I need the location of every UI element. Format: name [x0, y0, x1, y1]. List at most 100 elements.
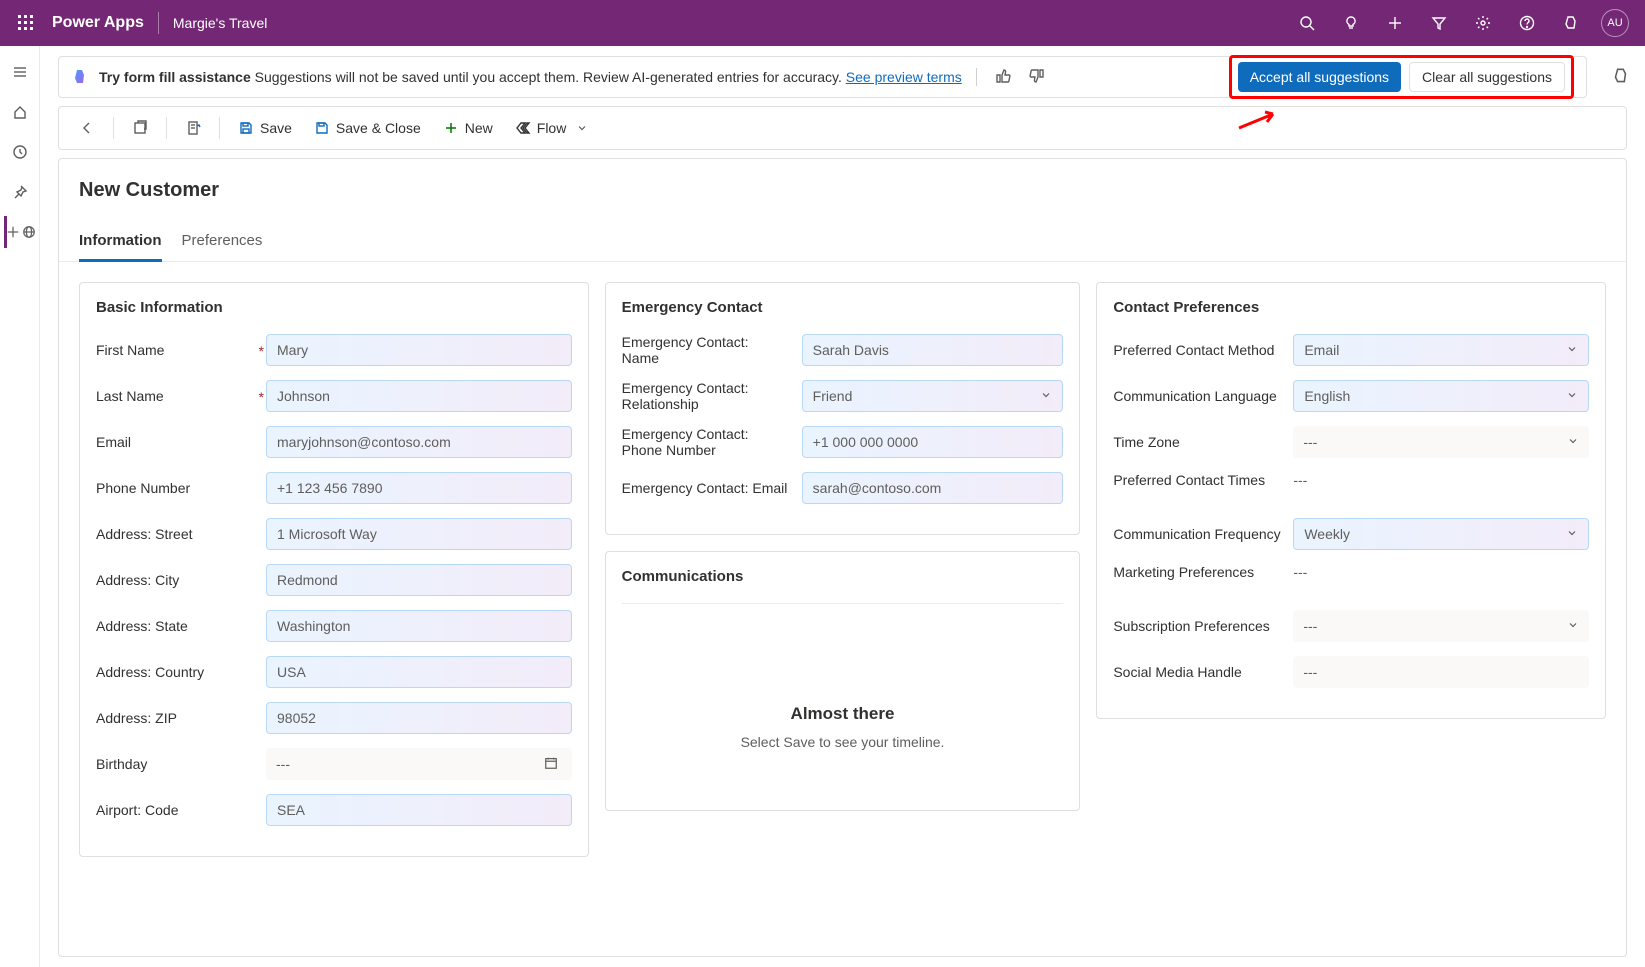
field-ec-phone: Emergency Contact: Phone Number +1 000 0…: [622, 426, 1064, 458]
field-label: Emergency Contact: Relationship: [622, 380, 802, 412]
field-input[interactable]: ---: [1293, 610, 1589, 642]
page-title: New Customer: [59, 179, 1626, 226]
field-label: Social Media Handle: [1113, 664, 1293, 680]
user-avatar[interactable]: AU: [1595, 3, 1635, 43]
header-actions: AU: [1287, 3, 1635, 43]
app-name: Power Apps: [52, 14, 144, 32]
save-close-button[interactable]: Save & Close: [306, 112, 429, 144]
chevron-down-icon: [1566, 526, 1578, 542]
tab-preferences[interactable]: Preferences: [182, 226, 263, 261]
field-language: Communication Language English: [1113, 380, 1589, 412]
field-input[interactable]: Johnson: [266, 380, 572, 412]
copilot-icon[interactable]: [1551, 3, 1591, 43]
field-input[interactable]: Washington: [266, 610, 572, 642]
field-label: Address: Country: [96, 664, 266, 680]
field-label: Address: State: [96, 618, 266, 634]
field-input[interactable]: 98052: [266, 702, 572, 734]
field-input[interactable]: SEA: [266, 794, 572, 826]
field-label: Email: [96, 434, 266, 450]
chevron-down-icon: [1567, 618, 1579, 634]
calendar-icon[interactable]: [544, 756, 562, 773]
tab-bar: Information Preferences: [59, 226, 1626, 262]
field-input[interactable]: +1 123 456 7890: [266, 472, 572, 504]
field-input[interactable]: 1 Microsoft Way: [266, 518, 572, 550]
preview-terms-link[interactable]: See preview terms: [846, 69, 962, 85]
field-label: Phone Number: [96, 480, 266, 496]
plus-icon[interactable]: [1375, 3, 1415, 43]
field-input[interactable]: sarah@contoso.com: [802, 472, 1064, 504]
field-input[interactable]: Email: [1293, 334, 1589, 366]
field-input[interactable]: ---: [1293, 426, 1589, 458]
chevron-down-icon: [1566, 342, 1578, 358]
chevron-down-icon: [1566, 388, 1578, 404]
field-label: Emergency Contact: Email: [622, 480, 802, 496]
section-preferences: Contact Preferences Preferred Contact Me…: [1096, 282, 1606, 719]
environment-name[interactable]: Margie's Travel: [173, 15, 267, 31]
pin-icon[interactable]: [4, 176, 36, 208]
open-in-new-button[interactable]: [124, 112, 156, 144]
recent-icon[interactable]: [4, 136, 36, 168]
field-label: First Name: [96, 342, 266, 358]
thumbs-down-icon[interactable]: [1025, 66, 1049, 89]
clear-all-button[interactable]: Clear all suggestions: [1409, 62, 1565, 92]
hamburger-icon[interactable]: [4, 56, 36, 88]
home-icon[interactable]: [4, 96, 36, 128]
field-label: Communication Language: [1113, 388, 1293, 404]
flow-button[interactable]: Flow: [507, 112, 597, 144]
field-label: Communication Frequency: [1113, 526, 1293, 542]
section-basic-info: Basic Information First Name Mary Last N…: [79, 282, 589, 857]
field-input[interactable]: +1 000 000 0000: [802, 426, 1064, 458]
field-label: Time Zone: [1113, 434, 1293, 450]
field-input[interactable]: USA: [266, 656, 572, 688]
copilot-hint-icon: [71, 68, 89, 86]
waffle-icon[interactable]: [10, 7, 42, 39]
divider: [113, 117, 114, 139]
lightbulb-icon[interactable]: [1331, 3, 1371, 43]
field-input[interactable]: ---: [266, 748, 572, 780]
field-ec-relationship: Emergency Contact: Relationship Friend: [622, 380, 1064, 412]
field-marketing: Marketing Preferences ---: [1113, 564, 1589, 596]
annotation-arrow: [1237, 110, 1277, 130]
tab-information[interactable]: Information: [79, 226, 162, 261]
field-input[interactable]: maryjohnson@contoso.com: [266, 426, 572, 458]
sidebar-active-entity[interactable]: [4, 216, 36, 248]
field-input[interactable]: Redmond: [266, 564, 572, 596]
new-button[interactable]: New: [435, 112, 501, 144]
help-icon[interactable]: [1507, 3, 1547, 43]
field-input[interactable]: Friend: [802, 380, 1064, 412]
section-title: Basic Information: [96, 299, 572, 316]
field-label: Preferred Contact Method: [1113, 342, 1293, 358]
back-button[interactable]: [71, 112, 103, 144]
global-header: Power Apps Margie's Travel AU: [0, 0, 1645, 46]
field-value[interactable]: ---: [1293, 564, 1307, 580]
field-input[interactable]: Sarah Davis: [802, 334, 1064, 366]
copilot-panel-icon[interactable]: [1611, 66, 1631, 89]
field-value[interactable]: ---: [1293, 472, 1307, 488]
thumbs-up-icon[interactable]: [991, 66, 1015, 89]
field-input[interactable]: ---: [1293, 656, 1589, 688]
left-sidebar: [0, 46, 40, 967]
field-state: Address: State Washington: [96, 610, 572, 642]
gear-icon[interactable]: [1463, 3, 1503, 43]
form-assist-button[interactable]: [177, 112, 209, 144]
search-icon[interactable]: [1287, 3, 1327, 43]
divider: [158, 12, 159, 34]
field-contact-times: Preferred Contact Times ---: [1113, 472, 1589, 504]
field-label: Emergency Contact: Phone Number: [622, 426, 802, 458]
field-label: Address: ZIP: [96, 710, 266, 726]
field-birthday: Birthday ---: [96, 748, 572, 780]
field-social: Social Media Handle ---: [1113, 656, 1589, 688]
field-contact-method: Preferred Contact Method Email: [1113, 334, 1589, 366]
field-input[interactable]: Mary: [266, 334, 572, 366]
save-button[interactable]: Save: [230, 112, 300, 144]
field-label: Address: City: [96, 572, 266, 588]
field-label: Emergency Contact: Name: [622, 334, 802, 366]
form-body[interactable]: Basic Information First Name Mary Last N…: [59, 262, 1626, 956]
field-input[interactable]: English: [1293, 380, 1589, 412]
chevron-down-icon: [1040, 388, 1052, 404]
filter-icon[interactable]: [1419, 3, 1459, 43]
field-input[interactable]: Weekly: [1293, 518, 1589, 550]
annotation-highlight: Accept all suggestions Clear all suggest…: [1229, 55, 1574, 99]
field-street: Address: Street 1 Microsoft Way: [96, 518, 572, 550]
accept-all-button[interactable]: Accept all suggestions: [1238, 62, 1401, 92]
